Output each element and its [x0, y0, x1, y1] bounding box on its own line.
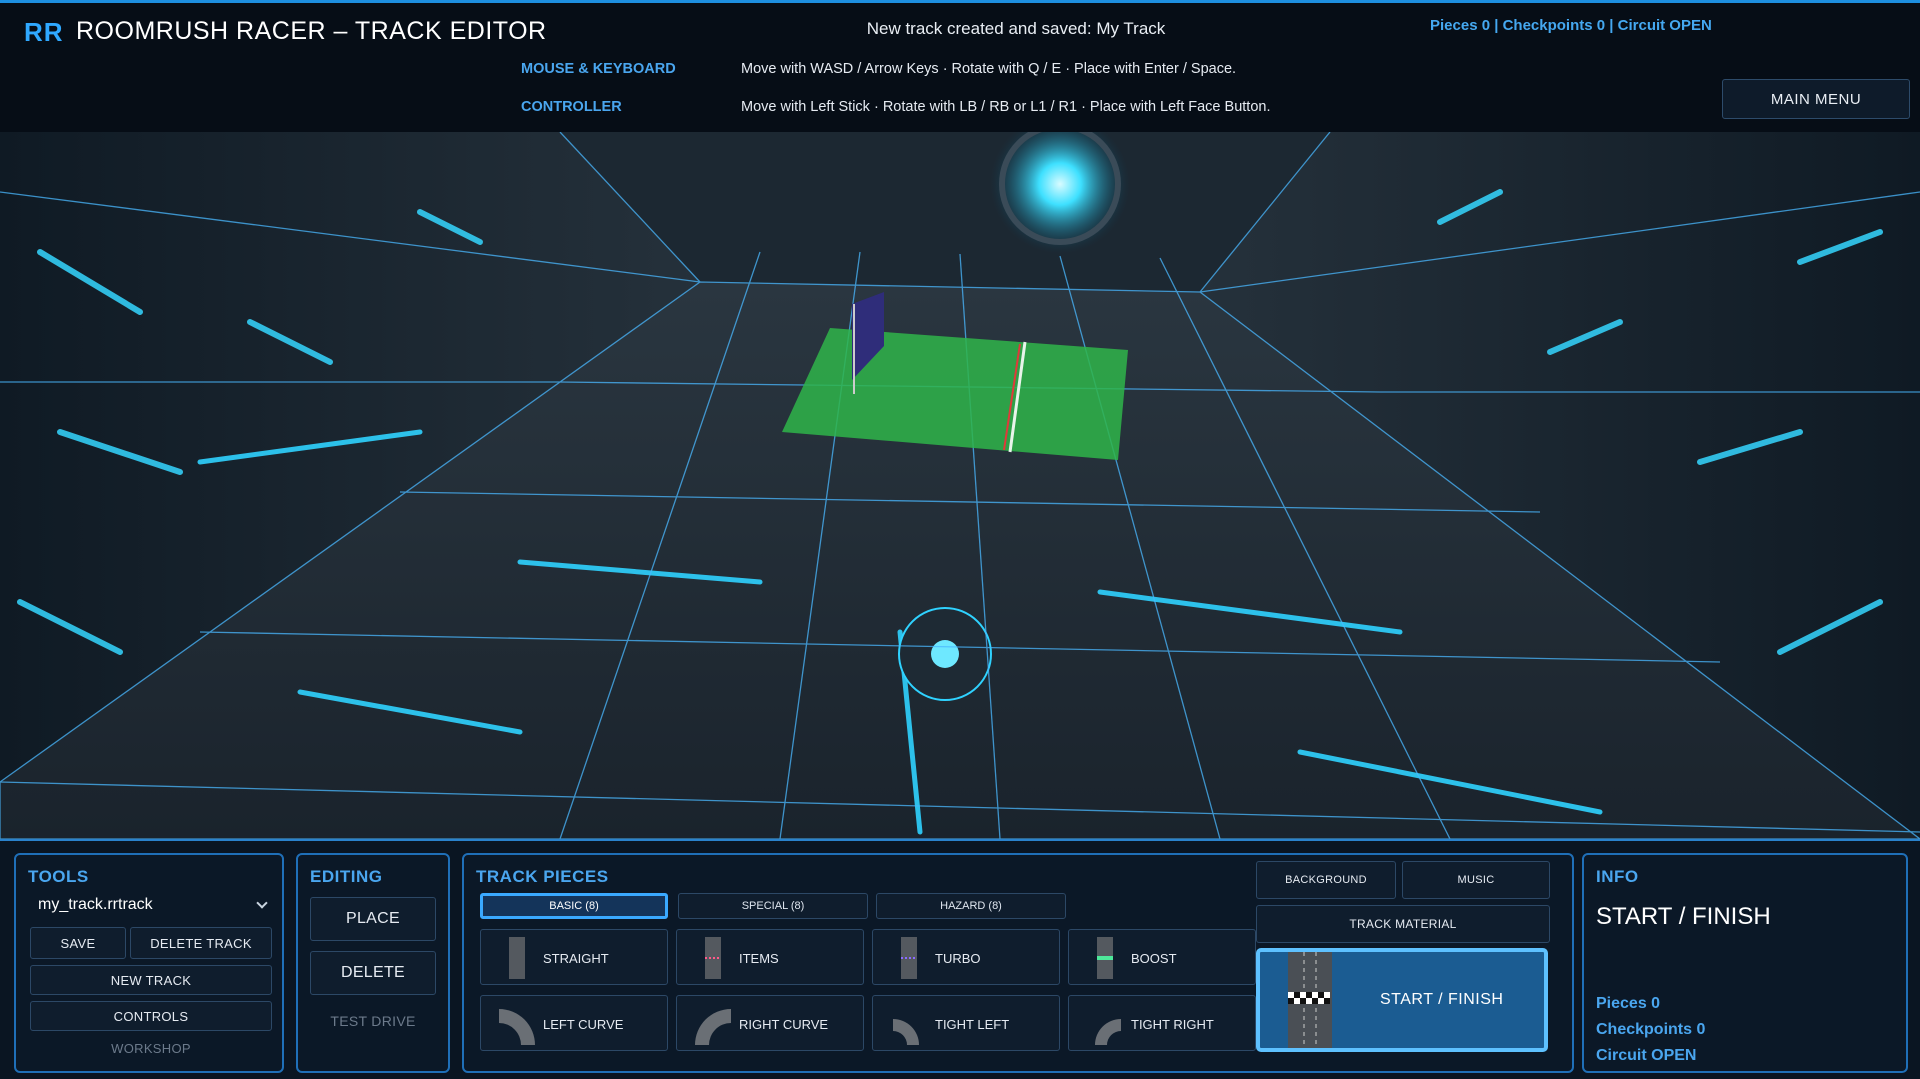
top-bar: RR ROOMRUSH RACER – TRACK EDITOR New tra…	[0, 0, 1920, 132]
scene-render	[0, 132, 1920, 839]
status-message: New track created and saved: My Track	[866, 19, 1166, 38]
controls-label-keyboard: MOUSE & KEYBOARD	[521, 61, 676, 77]
workshop-button[interactable]: WORKSHOP	[30, 1035, 272, 1061]
piece-turbo[interactable]: TURBO	[872, 929, 1060, 985]
tools-title: TOOLS	[28, 867, 89, 886]
tight-left-icon	[893, 1019, 919, 1045]
piece-label: STRAIGHT	[543, 950, 609, 966]
info-panel: INFO START / FINISH Pieces 0 Checkpoints…	[1582, 853, 1908, 1073]
info-circuit: Circuit OPEN	[1596, 1047, 1697, 1064]
piece-right-curve[interactable]: RIGHT CURVE	[676, 995, 864, 1051]
background-button[interactable]: BACKGROUND	[1256, 861, 1396, 899]
circuit-stats: Pieces 0 | Checkpoints 0 | Circuit OPEN	[1430, 17, 1712, 34]
track-pieces-title: TRACK PIECES	[476, 867, 609, 886]
items-icon	[705, 937, 721, 979]
info-selected-piece: START / FINISH	[1596, 903, 1771, 930]
piece-label: TIGHT RIGHT	[1131, 1016, 1214, 1032]
app-logo: RR	[24, 17, 64, 47]
tight-right-icon	[1095, 1019, 1121, 1045]
info-checkpoints: Checkpoints 0	[1596, 1021, 1706, 1038]
piece-label: RIGHT CURVE	[739, 1016, 829, 1032]
editor-bottom-panel: TOOLS my_track.rrtrack SAVE DELETE TRACK…	[0, 839, 1920, 1079]
chevron-down-icon	[256, 897, 268, 909]
tools-panel: TOOLS my_track.rrtrack SAVE DELETE TRACK…	[14, 853, 284, 1073]
app-title: ROOMRUSH RACER – TRACK EDITOR	[76, 17, 547, 45]
piece-straight[interactable]: STRAIGHT	[480, 929, 668, 985]
track-file-select[interactable]: my_track.rrtrack	[30, 891, 272, 919]
track-file-value: my_track.rrtrack	[38, 896, 153, 913]
editing-title: EDITING	[310, 867, 383, 886]
piece-items[interactable]: ITEMS	[676, 929, 864, 985]
controls-label-controller: CONTROLLER	[521, 99, 622, 115]
delete-track-button[interactable]: DELETE TRACK	[130, 927, 272, 959]
piece-label: TIGHT LEFT	[935, 1016, 1010, 1032]
piece-left-curve[interactable]: LEFT CURVE	[480, 995, 668, 1051]
right-curve-icon	[695, 1009, 731, 1045]
music-button[interactable]: MUSIC	[1402, 861, 1550, 899]
piece-start-finish-selected[interactable]: START / FINISH	[1256, 948, 1548, 1052]
piece-label: TURBO	[935, 950, 981, 966]
piece-label: ITEMS	[739, 950, 779, 966]
editing-panel: EDITING PLACE DELETE TEST DRIVE	[296, 853, 450, 1073]
straight-icon	[509, 937, 525, 979]
boost-icon	[1097, 937, 1113, 979]
track-material-button[interactable]: TRACK MATERIAL	[1256, 905, 1550, 943]
left-curve-icon	[499, 1009, 535, 1045]
test-drive-button[interactable]: TEST DRIVE	[310, 1005, 436, 1037]
start-finish-label: START / FINISH	[1380, 991, 1504, 1008]
info-title: INFO	[1596, 867, 1639, 886]
piece-boost[interactable]: BOOST	[1068, 929, 1256, 985]
piece-label: BOOST	[1131, 950, 1177, 966]
delete-button[interactable]: DELETE	[310, 951, 436, 995]
tab-hazard[interactable]: HAZARD (8)	[876, 893, 1066, 919]
save-button[interactable]: SAVE	[30, 927, 126, 959]
place-button[interactable]: PLACE	[310, 897, 436, 941]
piece-tight-left[interactable]: TIGHT LEFT	[872, 995, 1060, 1051]
new-track-button[interactable]: NEW TRACK	[30, 965, 272, 995]
editor-viewport[interactable]	[0, 132, 1920, 839]
info-pieces: Pieces 0	[1596, 995, 1661, 1012]
piece-label: LEFT CURVE	[543, 1016, 624, 1032]
controls-button[interactable]: CONTROLS	[30, 1001, 272, 1031]
tab-basic[interactable]: BASIC (8)	[480, 893, 668, 919]
start-finish-icon	[1288, 952, 1332, 1048]
tab-special[interactable]: SPECIAL (8)	[678, 893, 868, 919]
controls-text-keyboard: Move with WASD / Arrow Keys · Rotate wit…	[741, 61, 1237, 77]
piece-tight-right[interactable]: TIGHT RIGHT	[1068, 995, 1256, 1051]
main-menu-button[interactable]: MAIN MENU	[1722, 79, 1910, 119]
turbo-icon	[901, 937, 917, 979]
controls-text-controller: Move with Left Stick · Rotate with LB / …	[741, 99, 1271, 115]
